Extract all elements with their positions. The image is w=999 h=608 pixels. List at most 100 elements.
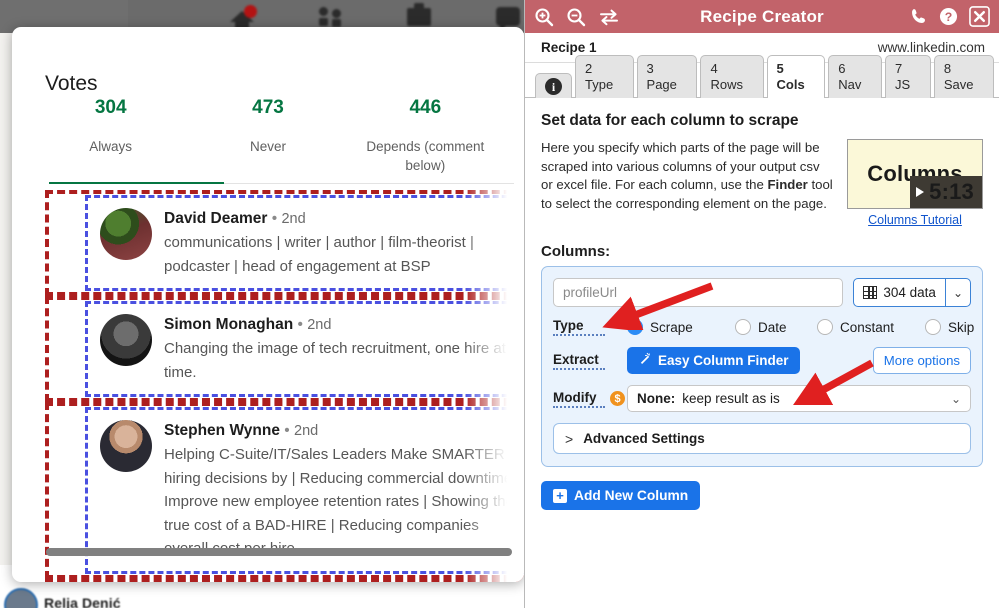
panel-body: Set data for each column to scrape Here …	[525, 98, 999, 510]
type-row: Type Scrape Date Constant Skip	[553, 318, 974, 336]
chevron-down-icon: ⌄	[950, 391, 961, 406]
person-name: Simon Monaghan	[164, 316, 294, 333]
connection-degree: 2nd	[294, 423, 319, 439]
tab-nav[interactable]: 6 Nav	[828, 55, 882, 98]
chevron-right-icon: >	[565, 430, 574, 447]
radio-label: Date	[758, 319, 787, 335]
modify-select[interactable]: None: keep result as is ⌄	[627, 385, 971, 412]
data-count-button[interactable]: 304 data ⌄	[853, 278, 971, 307]
column-name-input[interactable]	[553, 278, 844, 307]
tab-type[interactable]: 2 Type	[575, 55, 634, 98]
page-title: Set data for each column to scrape	[541, 112, 799, 129]
finder-button-label: Easy Column Finder	[658, 353, 789, 368]
table-row[interactable]: Simon Monaghan • 2nd Changing the image …	[85, 301, 524, 397]
table-row[interactable]: David Deamer • 2nd communications | writ…	[85, 195, 524, 291]
intro-text-bold: Finder	[767, 177, 808, 192]
avatar	[100, 420, 152, 472]
background-post-author: Relja Denić	[44, 595, 121, 608]
vote-label: Never	[249, 139, 286, 154]
votes-title: Votes	[45, 72, 98, 95]
data-count-label: 304 data	[883, 285, 936, 300]
tab-rows[interactable]: 4 Rows	[700, 55, 764, 98]
extract-row: Extract Easy Column Finder More options	[553, 347, 971, 374]
help-icon[interactable]: ?	[939, 7, 958, 26]
avatar	[100, 314, 152, 366]
modify-row: Modify $ None: keep result as is ⌄	[553, 385, 971, 412]
home-icon[interactable]	[225, 4, 259, 31]
screen: Relja Denić • • • Votes 304 Always 473 Nev…	[0, 0, 999, 608]
avatar	[100, 208, 152, 260]
person-name: Stephen Wynne	[164, 422, 280, 439]
votes-modal: Votes 304 Always 473 Never 446 Depends (…	[12, 27, 524, 582]
modify-label: Modify	[553, 390, 605, 408]
extract-label: Extract	[553, 352, 605, 370]
vote-count: 446	[409, 97, 442, 118]
advanced-settings-toggle[interactable]: > Advanced Settings	[553, 423, 971, 454]
vote-option[interactable]: 304 Always	[32, 95, 189, 175]
modify-option-key: None:	[637, 391, 676, 406]
svg-text:?: ?	[945, 10, 953, 24]
horizontal-scrollbar[interactable]	[46, 548, 512, 556]
phone-icon[interactable]	[909, 7, 928, 26]
premium-dollar-icon: $	[610, 391, 625, 406]
tab-info[interactable]: i	[535, 73, 572, 98]
list-item-outer-highlight: David Deamer • 2nd communications | writ…	[45, 190, 524, 296]
connection-degree: 2nd	[281, 211, 306, 227]
radio-label: Constant	[840, 319, 895, 335]
radio-label: Scrape	[650, 319, 693, 335]
table-icon	[863, 286, 878, 299]
video-thumbnail[interactable]: Columns 5:13	[847, 139, 983, 209]
tutorial-video[interactable]: Columns 5:13 Columns Tutorial	[847, 139, 983, 227]
vote-count: 473	[252, 97, 284, 118]
recipe-name: Recipe 1	[541, 40, 597, 55]
tab-bar: i 2 Type 3 Page 4 Rows 5 Cols 6 Nav 7 JS…	[525, 55, 999, 98]
person-name-line: Simon Monaghan • 2nd	[164, 314, 524, 336]
vote-label: Always	[89, 139, 133, 154]
type-label: Type	[553, 318, 605, 336]
tab-save[interactable]: 8 Save	[933, 55, 995, 98]
separator: •	[297, 316, 303, 333]
radio-constant[interactable]: Constant	[817, 319, 925, 335]
add-new-column-label: Add New Column	[574, 488, 689, 503]
active-tab-underline	[49, 182, 224, 184]
list-item-outer-highlight: Simon Monaghan • 2nd Changing the image …	[45, 296, 524, 402]
columns-section-label: Columns:	[541, 243, 611, 260]
messaging-icon[interactable]	[491, 4, 525, 32]
list-item-outer-highlight: Vijay Sardeshpande • 3rd+	[45, 578, 524, 582]
voter-list: David Deamer • 2nd communications | writ…	[12, 190, 524, 582]
person-headline: communications | writer | author | film-…	[164, 234, 474, 275]
radio-dot	[735, 319, 751, 335]
plus-icon: +	[553, 488, 567, 503]
more-options-button[interactable]: More options	[872, 347, 971, 374]
tab-page[interactable]: 3 Page	[636, 55, 698, 98]
radio-dot	[817, 319, 833, 335]
play-icon	[916, 187, 925, 197]
close-icon[interactable]	[969, 6, 990, 27]
person-headline: Helping C-Suite/IT/Sales Leaders Make SM…	[164, 446, 521, 557]
person-name: David Deamer	[164, 210, 268, 227]
easy-column-finder-button[interactable]: Easy Column Finder	[627, 347, 800, 374]
vote-option[interactable]: 446 Depends (comment below)	[347, 95, 504, 175]
radio-scrape[interactable]: Scrape	[627, 319, 735, 335]
radio-date[interactable]: Date	[735, 319, 817, 335]
radio-dot	[627, 319, 643, 335]
add-new-column-button[interactable]: + Add New Column	[541, 481, 701, 510]
tutorial-link[interactable]: Columns Tutorial	[847, 213, 983, 227]
vote-count: 304	[94, 97, 127, 118]
video-duration: 5:13	[929, 179, 974, 204]
home-badge	[244, 4, 257, 18]
network-icon[interactable]	[314, 4, 348, 30]
radio-skip[interactable]: Skip	[925, 319, 974, 335]
chevron-down-icon[interactable]: ⌄	[946, 286, 970, 300]
tab-js[interactable]: 7 JS	[884, 55, 931, 98]
vote-option[interactable]: 473 Never	[189, 95, 346, 175]
jobs-icon[interactable]	[402, 2, 436, 30]
info-icon: i	[545, 78, 562, 95]
person-headline: Changing the image of tech recruitment, …	[164, 340, 519, 381]
vote-label: Depends (comment below)	[366, 139, 485, 173]
intro-text: Here you specify which parts of the page…	[541, 139, 833, 227]
votes-summary: 304 Always 473 Never 446 Depends (commen…	[32, 95, 504, 175]
connection-degree: 2nd	[307, 317, 332, 333]
tab-cols[interactable]: 5 Cols	[766, 55, 826, 98]
wand-icon	[638, 352, 652, 369]
